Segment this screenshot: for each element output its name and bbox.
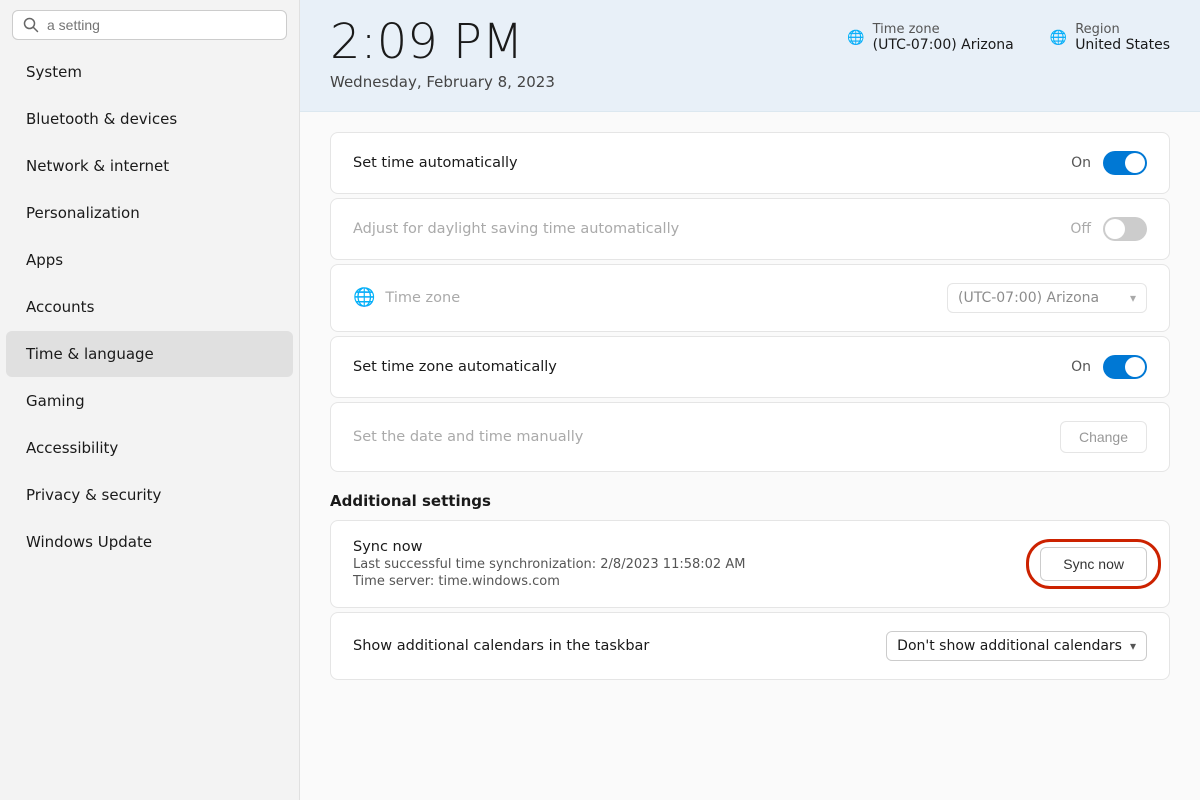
sync-detail-2: Time server: time.windows.com <box>353 574 745 589</box>
main-content: 2:09 PM Wednesday, February 8, 2023 🌐 Ti… <box>300 0 1200 800</box>
daylight-card: Adjust for daylight saving time automati… <box>330 198 1170 260</box>
sidebar-item-windows-update[interactable]: Windows Update <box>6 519 293 565</box>
set-timezone-auto-card: Set time zone automatically On <box>330 336 1170 398</box>
daylight-label: Adjust for daylight saving time automati… <box>353 221 679 237</box>
current-time: 2:09 PM <box>330 16 555 69</box>
set-timezone-auto-toggle-knob <box>1125 357 1145 377</box>
daylight-row: Adjust for daylight saving time automati… <box>331 199 1169 259</box>
set-timezone-auto-status: On <box>1071 359 1091 375</box>
timezone-globe-icon: 🌐 <box>847 30 864 46</box>
calendar-dropdown-value: Don't show additional calendars <box>897 638 1122 654</box>
current-date: Wednesday, February 8, 2023 <box>330 73 555 91</box>
sidebar-item-network[interactable]: Network & internet <box>6 143 293 189</box>
set-time-auto-toggle-knob <box>1125 153 1145 173</box>
sidebar: System Bluetooth & devices Network & int… <box>0 0 300 800</box>
sidebar-item-apps[interactable]: Apps <box>6 237 293 283</box>
timezone-badge-value: (UTC-07:00) Arizona <box>873 37 1014 53</box>
search-input[interactable] <box>47 17 276 33</box>
set-date-manual-right: Change <box>1060 421 1147 453</box>
region-badge: 🌐 Region United States <box>1050 22 1170 53</box>
daylight-right: Off <box>1070 217 1147 241</box>
daylight-toggle[interactable] <box>1103 217 1147 241</box>
sidebar-item-accessibility[interactable]: Accessibility <box>6 425 293 471</box>
sidebar-item-gaming[interactable]: Gaming <box>6 378 293 424</box>
calendar-dropdown[interactable]: Don't show additional calendars ▾ <box>886 631 1147 661</box>
timezone-badge: 🌐 Time zone (UTC-07:00) Arizona <box>847 22 1014 53</box>
timezone-row: 🌐 Time zone (UTC-07:00) Arizona ▾ <box>331 265 1169 331</box>
sidebar-item-system[interactable]: System <box>6 49 293 95</box>
calendar-label: Show additional calendars in the taskbar <box>353 638 649 654</box>
timezone-dropdown[interactable]: (UTC-07:00) Arizona ▾ <box>947 283 1147 313</box>
timezone-dropdown-value: (UTC-07:00) Arizona <box>958 290 1099 306</box>
settings-content: Set time automatically On Adjust for day… <box>300 112 1200 710</box>
calendar-chevron-icon: ▾ <box>1130 639 1136 653</box>
timezone-row-icon: 🌐 <box>353 287 375 308</box>
sidebar-nav: System Bluetooth & devices Network & int… <box>0 48 299 566</box>
timezone-chevron-icon: ▾ <box>1130 291 1136 305</box>
sidebar-item-privacy[interactable]: Privacy & security <box>6 472 293 518</box>
header-badges: 🌐 Time zone (UTC-07:00) Arizona 🌐 Region… <box>847 16 1170 53</box>
calendar-row: Show additional calendars in the taskbar… <box>330 612 1170 680</box>
set-time-auto-toggle[interactable] <box>1103 151 1147 175</box>
daylight-toggle-knob <box>1105 219 1125 239</box>
timezone-row-label: 🌐 Time zone <box>353 287 460 308</box>
timezone-badge-label: Time zone <box>873 22 1014 37</box>
sync-row: Sync now Last successful time synchroniz… <box>331 521 1169 607</box>
header: 2:09 PM Wednesday, February 8, 2023 🌐 Ti… <box>300 0 1200 112</box>
search-bar[interactable] <box>12 10 287 40</box>
sidebar-item-personalization[interactable]: Personalization <box>6 190 293 236</box>
search-icon <box>23 17 39 33</box>
region-globe-icon: 🌐 <box>1050 30 1067 46</box>
sync-btn-wrapper: Sync now <box>1040 547 1147 581</box>
set-date-manual-label: Set the date and time manually <box>353 429 583 445</box>
additional-settings-heading: Additional settings <box>330 492 1170 510</box>
set-date-manual-card: Set the date and time manually Change <box>330 402 1170 472</box>
sync-card: Sync now Last successful time synchroniz… <box>330 520 1170 608</box>
change-button[interactable]: Change <box>1060 421 1147 453</box>
set-timezone-auto-toggle[interactable] <box>1103 355 1147 379</box>
set-timezone-auto-row: Set time zone automatically On <box>331 337 1169 397</box>
set-timezone-auto-right: On <box>1071 355 1147 379</box>
region-badge-label: Region <box>1075 22 1170 37</box>
sync-detail-1: Last successful time synchronization: 2/… <box>353 557 745 572</box>
sync-title: Sync now <box>353 539 745 555</box>
sync-info: Sync now Last successful time synchroniz… <box>353 539 745 589</box>
set-date-manual-row: Set the date and time manually Change <box>331 403 1169 471</box>
set-time-auto-card: Set time automatically On <box>330 132 1170 194</box>
sync-now-button[interactable]: Sync now <box>1040 547 1147 581</box>
sidebar-item-accounts[interactable]: Accounts <box>6 284 293 330</box>
set-time-auto-right: On <box>1071 151 1147 175</box>
set-timezone-auto-label: Set time zone automatically <box>353 359 557 375</box>
set-time-auto-row: Set time automatically On <box>331 133 1169 193</box>
region-badge-value: United States <box>1075 37 1170 53</box>
set-time-auto-status: On <box>1071 155 1091 171</box>
set-time-auto-label: Set time automatically <box>353 155 518 171</box>
daylight-status: Off <box>1070 221 1091 237</box>
sidebar-item-time[interactable]: Time & language <box>6 331 293 377</box>
sidebar-item-bluetooth[interactable]: Bluetooth & devices <box>6 96 293 142</box>
timezone-row-right: (UTC-07:00) Arizona ▾ <box>947 283 1147 313</box>
timezone-card: 🌐 Time zone (UTC-07:00) Arizona ▾ <box>330 264 1170 332</box>
